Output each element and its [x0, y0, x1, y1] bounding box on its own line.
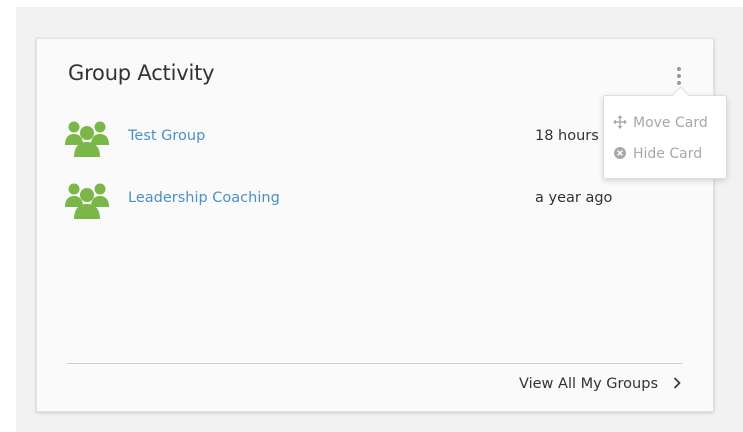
group-row: Test Group 18 hours ago — [65, 117, 685, 157]
move-icon — [613, 115, 627, 129]
group-row: Leadership Coaching a year ago — [65, 179, 685, 219]
group-activity-time: a year ago — [535, 190, 613, 206]
group-people-icon — [65, 121, 109, 157]
chevron-right-icon — [673, 377, 681, 389]
group-people-icon — [65, 183, 109, 219]
hide-icon — [614, 147, 626, 159]
card-footer-divider — [67, 363, 682, 364]
view-all-my-groups-link[interactable]: View All My Groups — [519, 376, 681, 392]
view-all-label: View All My Groups — [519, 376, 659, 392]
card-title: Group Activity — [68, 61, 215, 85]
menu-item-label: Hide Card — [633, 146, 703, 162]
menu-item-hide-card[interactable]: Hide Card — [613, 146, 702, 168]
group-link-test-group[interactable]: Test Group — [128, 128, 205, 144]
menu-item-move-card[interactable]: Move Card — [613, 115, 708, 137]
page: Group Activity Test Group 18 hours ago L… — [0, 0, 743, 432]
card-options-kebab-icon[interactable] — [674, 65, 684, 89]
card-options-menu: Move Card Hide Card — [603, 86, 727, 179]
group-link-leadership-coaching[interactable]: Leadership Coaching — [128, 190, 280, 206]
menu-item-label: Move Card — [633, 115, 708, 131]
